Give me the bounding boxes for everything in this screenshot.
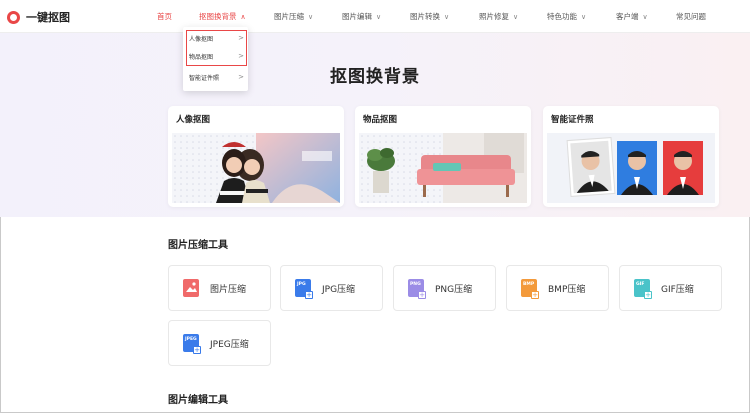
tool-jpg-compress[interactable]: JPG + JPG压缩 [280, 265, 383, 311]
file-tag: JPG [297, 282, 306, 287]
hero-title: 抠图换背景 [330, 67, 420, 87]
card-title: 物品抠图 [363, 115, 398, 125]
nav-cutout-bg[interactable]: 抠图换背景 ∧ [199, 11, 246, 22]
brand-logo[interactable]: 一键抠图 [7, 9, 70, 25]
chevron-up-icon: ∧ [240, 12, 246, 21]
top-navbar: 一键抠图 首页 抠图换背景 ∧ 图片压缩 ∨ 图片编辑 ∨ 图片转换 ∨ 照片修… [0, 0, 750, 33]
tool-label: PNG压缩 [435, 284, 473, 295]
nav-client-label: 客户端 [616, 12, 639, 21]
jpg-file-icon: JPG + [295, 279, 313, 299]
file-tag: BMP [523, 282, 535, 287]
brand-name: 一键抠图 [26, 11, 70, 24]
tool-image-compress[interactable]: 图片压缩 [168, 265, 271, 311]
image-icon [183, 279, 199, 297]
nav-repair-label: 照片修复 [479, 12, 509, 21]
tool-label: JPEG压缩 [210, 339, 249, 350]
chevron-down-icon: ∨ [376, 12, 382, 21]
jpeg-file-icon: JPEG + [183, 334, 201, 354]
nav-home[interactable]: 首页 [157, 11, 172, 22]
logo-icon [7, 10, 20, 24]
chevron-right-icon: > [238, 52, 244, 60]
chevron-down-icon: ∨ [642, 12, 648, 21]
file-tag: GIF [636, 282, 645, 287]
section-title-compress: 图片压缩工具 [168, 240, 228, 251]
card-title: 智能证件照 [551, 115, 594, 125]
nav-compress[interactable]: 图片压缩 ∨ [274, 11, 313, 22]
nav-features[interactable]: 特色功能 ∨ [547, 11, 586, 22]
section-title-edit: 图片编辑工具 [168, 395, 228, 406]
chevron-down-icon: ∨ [444, 12, 450, 21]
tool-bmp-compress[interactable]: BMP + BMP压缩 [506, 265, 609, 311]
nav-repair[interactable]: 照片修复 ∨ [479, 11, 518, 22]
nav-client[interactable]: 客户端 ∨ [616, 11, 648, 22]
portrait-preview-image [172, 133, 340, 203]
dropdown-item-object[interactable]: 物品抠图 > [189, 52, 244, 61]
gif-file-icon: GIF + [634, 279, 652, 299]
nav-edit[interactable]: 图片编辑 ∨ [342, 11, 381, 22]
tool-label: 图片压缩 [210, 284, 247, 295]
nav-convert[interactable]: 图片转换 ∨ [410, 11, 449, 22]
tool-label: JPG压缩 [322, 284, 356, 295]
chevron-down-icon: ∨ [513, 12, 519, 21]
chevron-right-icon: > [238, 73, 244, 81]
nav-convert-label: 图片转换 [410, 12, 440, 21]
nav-compress-label: 图片压缩 [274, 12, 304, 21]
dropdown-item-label: 人像抠图 [189, 36, 214, 43]
nav-features-label: 特色功能 [547, 12, 577, 21]
tool-label: BMP压缩 [548, 284, 586, 295]
card-object-cutout[interactable]: 物品抠图 [355, 106, 531, 207]
id-photo-preview-image [547, 133, 715, 203]
chevron-down-icon: ∨ [308, 12, 314, 21]
file-tag: JPEG [185, 337, 197, 342]
png-file-icon: PNG + [408, 279, 426, 299]
card-title: 人像抠图 [176, 115, 211, 125]
object-preview-image [359, 133, 527, 203]
tool-gif-compress[interactable]: GIF + GIF压缩 [619, 265, 722, 311]
tool-label: GIF压缩 [661, 284, 694, 295]
dropdown-item-id-photo[interactable]: 智能证件照 > [189, 73, 244, 82]
dropdown-item-label: 物品抠图 [189, 54, 214, 61]
nav-faq-label: 常见问题 [676, 12, 706, 21]
tool-png-compress[interactable]: PNG + PNG压缩 [393, 265, 496, 311]
card-portrait-cutout[interactable]: 人像抠图 [168, 106, 344, 207]
card-smart-id-photo[interactable]: 智能证件照 [543, 106, 719, 207]
cutout-dropdown-menu: 人像抠图 > 物品抠图 > 智能证件照 > [183, 27, 248, 91]
nav-faq[interactable]: 常见问题 [676, 11, 706, 22]
dropdown-item-portrait[interactable]: 人像抠图 > [189, 34, 244, 43]
nav-cutout-bg-label: 抠图换背景 [199, 12, 237, 21]
chevron-right-icon: > [238, 34, 244, 42]
tool-jpeg-compress[interactable]: JPEG + JPEG压缩 [168, 320, 271, 366]
dropdown-item-label: 智能证件照 [189, 75, 220, 82]
nav-home-label: 首页 [157, 12, 172, 21]
nav-edit-label: 图片编辑 [342, 12, 372, 21]
bmp-file-icon: BMP + [521, 279, 539, 299]
file-tag: PNG [410, 282, 421, 287]
chevron-down-icon: ∨ [581, 12, 587, 21]
